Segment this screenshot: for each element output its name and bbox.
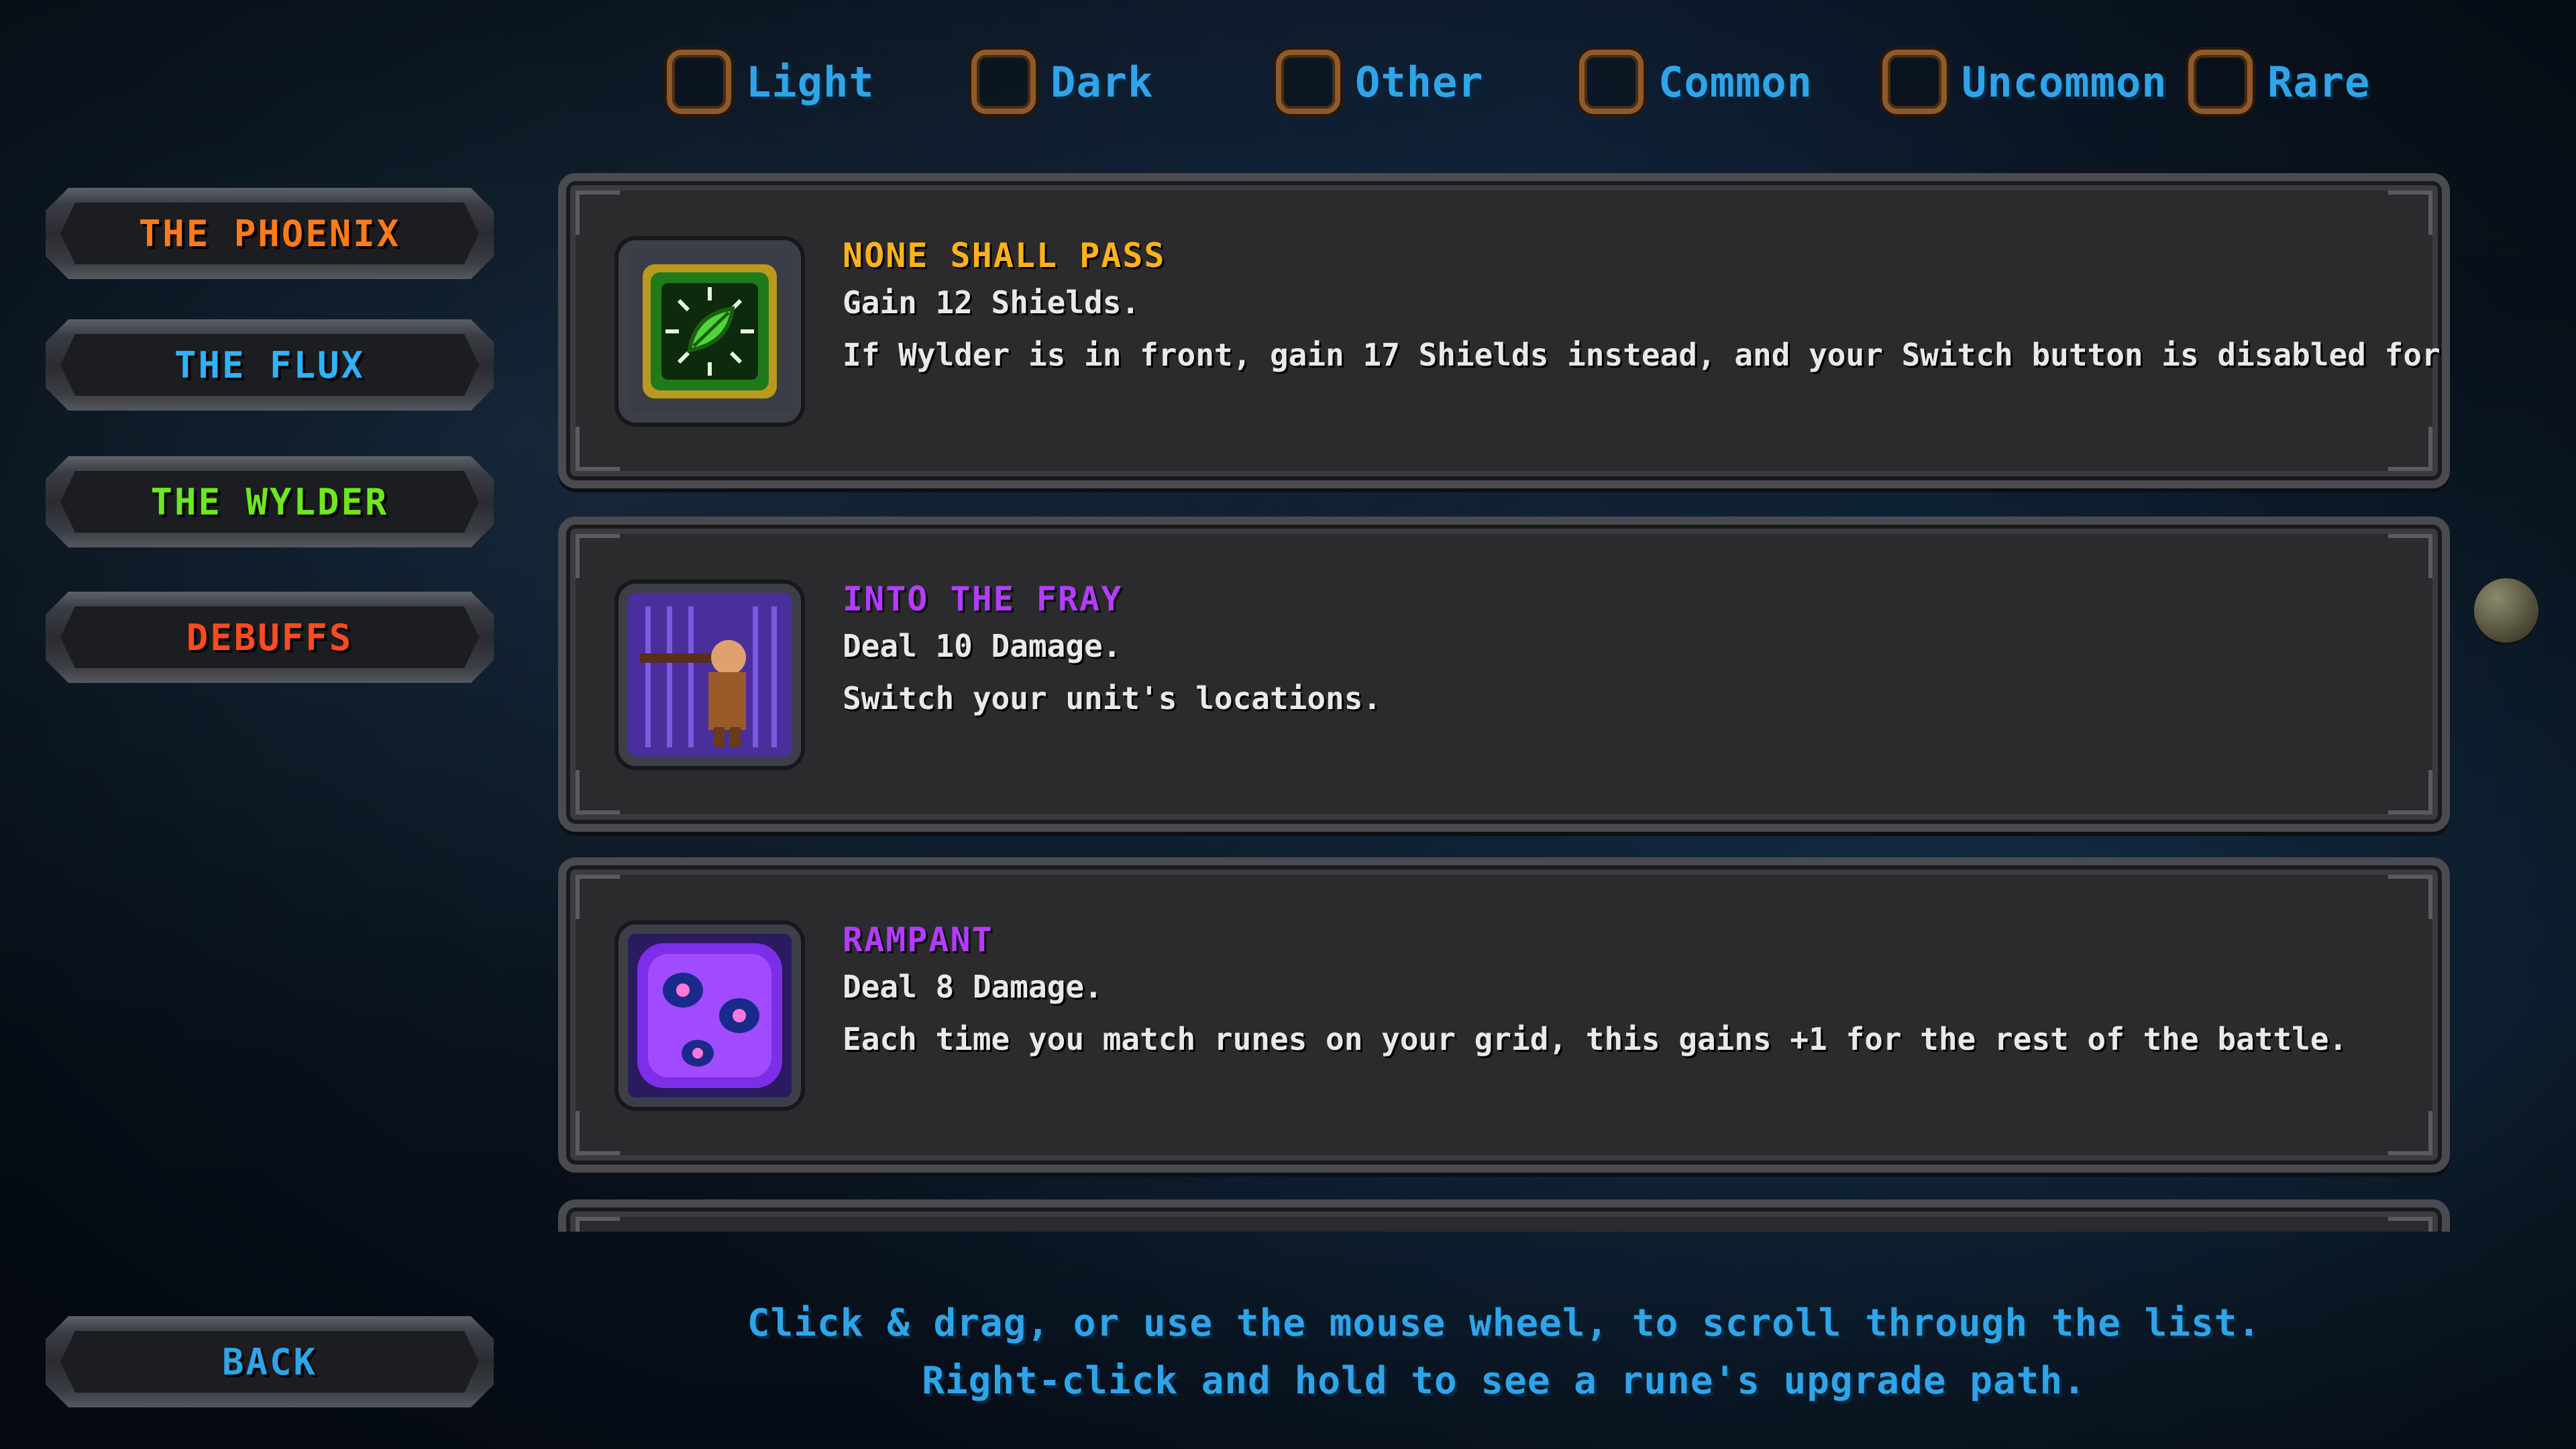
card-corner xyxy=(2388,191,2432,235)
card-corner xyxy=(2388,1111,2432,1155)
card-corner xyxy=(2388,534,2432,578)
checkbox-icon[interactable] xyxy=(2188,50,2253,114)
sidebar-button-the-flux[interactable]: THE FLUX xyxy=(46,319,494,411)
rune-card[interactable]: INTO THE FRAY Deal 10 Damage. Switch you… xyxy=(558,517,2450,832)
rune-effect: Deal 8 Damage. xyxy=(843,969,1103,1005)
filter-rare[interactable]: Rare xyxy=(2188,44,2370,119)
checkbox-icon[interactable] xyxy=(971,50,1036,114)
card-corner xyxy=(576,534,620,578)
sidebar-button-the-wylder[interactable]: THE WYLDER xyxy=(46,456,494,547)
card-corner xyxy=(576,875,620,919)
card-corner xyxy=(576,427,620,471)
filter-other[interactable]: Other xyxy=(1276,44,1484,119)
sidebar-button-debuffs[interactable]: DEBUFFS xyxy=(46,592,494,683)
rune-effect: Deal 10 Damage. xyxy=(843,628,1122,664)
rune-card[interactable]: RAMPANT Deal 8 Damage. Each time you mat… xyxy=(558,857,2450,1173)
rune-title: NONE SHALL PASS xyxy=(843,236,1166,275)
rune-list[interactable]: NONE SHALL PASS Gain 12 Shields. If Wyld… xyxy=(558,173,2450,1232)
filter-light[interactable]: Light xyxy=(667,44,875,119)
checkbox-icon[interactable] xyxy=(667,50,731,114)
card-corner xyxy=(2388,1217,2432,1232)
filter-label: Rare xyxy=(2267,57,2371,107)
purple-orbs-rune-icon xyxy=(619,924,801,1107)
warrior-charge-rune-icon xyxy=(619,584,801,766)
scrollbar-thumb[interactable] xyxy=(2474,578,2538,643)
card-corner xyxy=(576,770,620,814)
help-text-upgrade: Right-click and hold to see a rune's upg… xyxy=(922,1359,2086,1403)
sidebar-button-label: DEBUFFS xyxy=(186,616,354,659)
filter-label: Other xyxy=(1355,57,1484,107)
checkbox-icon[interactable] xyxy=(1276,50,1340,114)
card-corner xyxy=(2388,427,2432,471)
rune-effect: Gain 12 Shields. xyxy=(843,284,1140,321)
card-corner xyxy=(576,191,620,235)
help-text-scroll: Click & drag, or use the mouse wheel, to… xyxy=(747,1301,2261,1345)
card-corner xyxy=(2388,875,2432,919)
rune-effect-detail: Each time you match runes on your grid, … xyxy=(843,1021,2348,1057)
rune-effect-detail: Switch your unit's locations. xyxy=(843,680,1382,716)
rune-title: RAMPANT xyxy=(843,920,994,959)
filter-dark[interactable]: Dark xyxy=(971,44,1153,119)
sidebar-button-the-phoenix[interactable]: THE PHOENIX xyxy=(46,188,494,279)
sidebar-button-label: THE WYLDER xyxy=(150,480,389,523)
rune-effect-detail: If Wylder is in front, gain 17 Shields i… xyxy=(843,337,2450,373)
rune-title: INTO THE FRAY xyxy=(843,580,1123,619)
checkbox-icon[interactable] xyxy=(1882,50,1947,114)
filter-label: Common xyxy=(1658,57,1813,107)
rune-card[interactable] xyxy=(558,1199,2450,1232)
filter-common[interactable]: Common xyxy=(1579,44,1813,119)
filter-label: Uncommon xyxy=(1962,57,2167,107)
card-corner xyxy=(2388,770,2432,814)
rune-card[interactable]: NONE SHALL PASS Gain 12 Shields. If Wyld… xyxy=(558,173,2450,488)
sidebar-button-label: THE FLUX xyxy=(174,343,366,386)
back-button-label: BACK xyxy=(221,1340,318,1383)
card-corner xyxy=(576,1217,620,1232)
filter-label: Light xyxy=(746,57,875,107)
checkbox-icon[interactable] xyxy=(1579,50,1644,114)
filter-label: Dark xyxy=(1051,57,1154,107)
sidebar-button-label: THE PHOENIX xyxy=(138,212,401,255)
filter-uncommon[interactable]: Uncommon xyxy=(1882,44,2167,119)
back-button[interactable]: BACK xyxy=(46,1316,494,1407)
leaf-shield-rune-icon xyxy=(619,240,801,423)
card-corner xyxy=(576,1111,620,1155)
